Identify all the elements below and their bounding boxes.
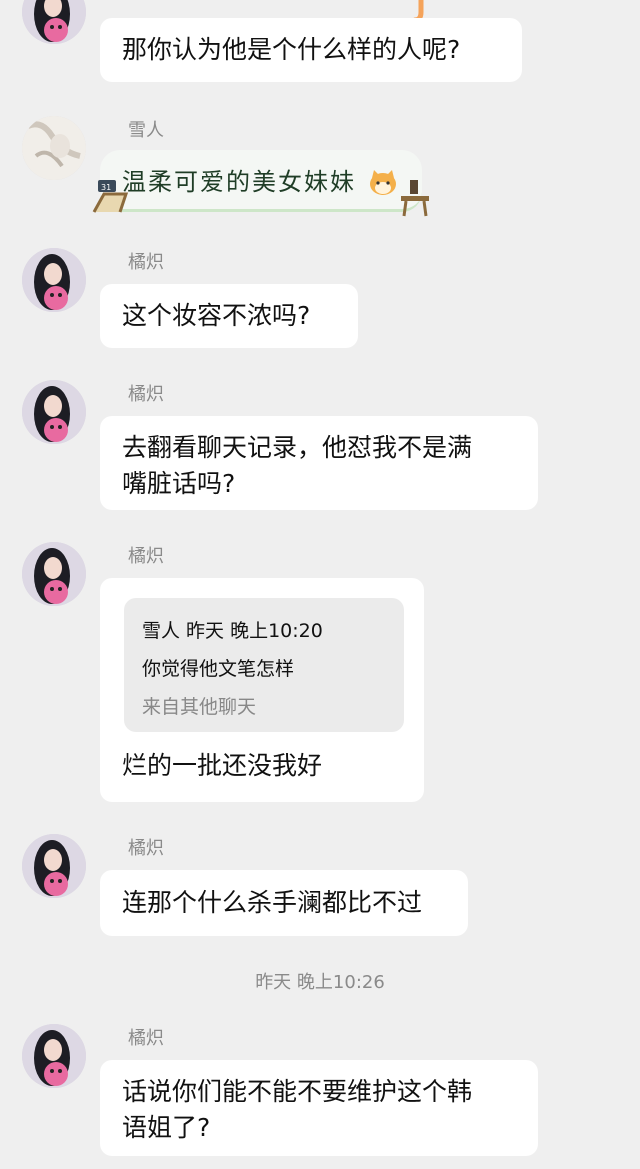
girl-avatar-icon: [22, 380, 86, 444]
message-text-line: 语姐了?: [122, 1113, 211, 1142]
quote-header: 雪人 昨天 晚上10:20: [142, 620, 323, 642]
message-bubble[interactable]: 连那个什么杀手澜都比不过: [100, 870, 468, 936]
message-bubble[interactable]: 那你认为他是个什么样的人呢?: [100, 18, 522, 82]
message-text: 这个妆容不浓吗?: [122, 301, 311, 330]
girl-avatar-icon: [22, 542, 86, 606]
girl-avatar-icon: [22, 248, 86, 312]
avatar[interactable]: [22, 1024, 86, 1088]
avatar[interactable]: [22, 834, 86, 898]
message-text: 连那个什么杀手澜都比不过: [122, 888, 423, 917]
message-text: 烂的一批还没我好: [122, 751, 323, 780]
sender-name: 橘炽: [128, 546, 164, 567]
side-table-sticker-icon: [401, 180, 429, 217]
sender-name: 橘炽: [128, 384, 164, 405]
svg-text:31: 31: [101, 183, 111, 192]
message-bubble[interactable]: 去翻看聊天记录，他怼我不是满 嘴脏话吗?: [100, 416, 538, 510]
quote-source: 来自其他聊天: [142, 696, 257, 718]
message-text: 温柔可爱的美女妹妹: [122, 168, 356, 196]
chat-timestamp: 昨天 晚上10:26: [255, 972, 385, 993]
message-text-line: 去翻看聊天记录，他怼我不是满: [122, 433, 473, 462]
message-text-line: 话说你们能不能不要维护这个韩: [122, 1077, 473, 1106]
girl-avatar-icon: [22, 834, 86, 898]
sender-name: 橘炽: [128, 838, 164, 859]
girl-avatar-icon: [22, 1024, 86, 1088]
deck-chair-sticker-icon: 31: [92, 180, 129, 213]
snowman-avatar-icon: [22, 116, 86, 180]
message-text-line: 嘴脏话吗?: [122, 469, 236, 498]
quote-text: 你觉得他文笔怎样: [142, 658, 295, 680]
girl-avatar-icon: [22, 0, 86, 44]
message-bubble[interactable]: 话说你们能不能不要维护这个韩 语姐了?: [100, 1060, 538, 1156]
sender-name: 雪人: [128, 120, 164, 141]
sender-name: 橘炽: [128, 252, 164, 273]
sender-name: 橘炽: [128, 1028, 164, 1049]
avatar[interactable]: [22, 380, 86, 444]
avatar[interactable]: [22, 542, 86, 606]
shiba-emoji-icon: [370, 170, 396, 195]
message-text: 那你认为他是个什么样的人呢?: [122, 35, 461, 64]
message-bubble[interactable]: 这个妆容不浓吗?: [100, 284, 358, 348]
avatar[interactable]: [22, 248, 86, 312]
avatar[interactable]: [22, 116, 86, 180]
avatar[interactable]: [22, 0, 86, 44]
quoted-message[interactable]: 雪人 昨天 晚上10:20 你觉得他文笔怎样 来自其他聊天: [124, 598, 404, 732]
